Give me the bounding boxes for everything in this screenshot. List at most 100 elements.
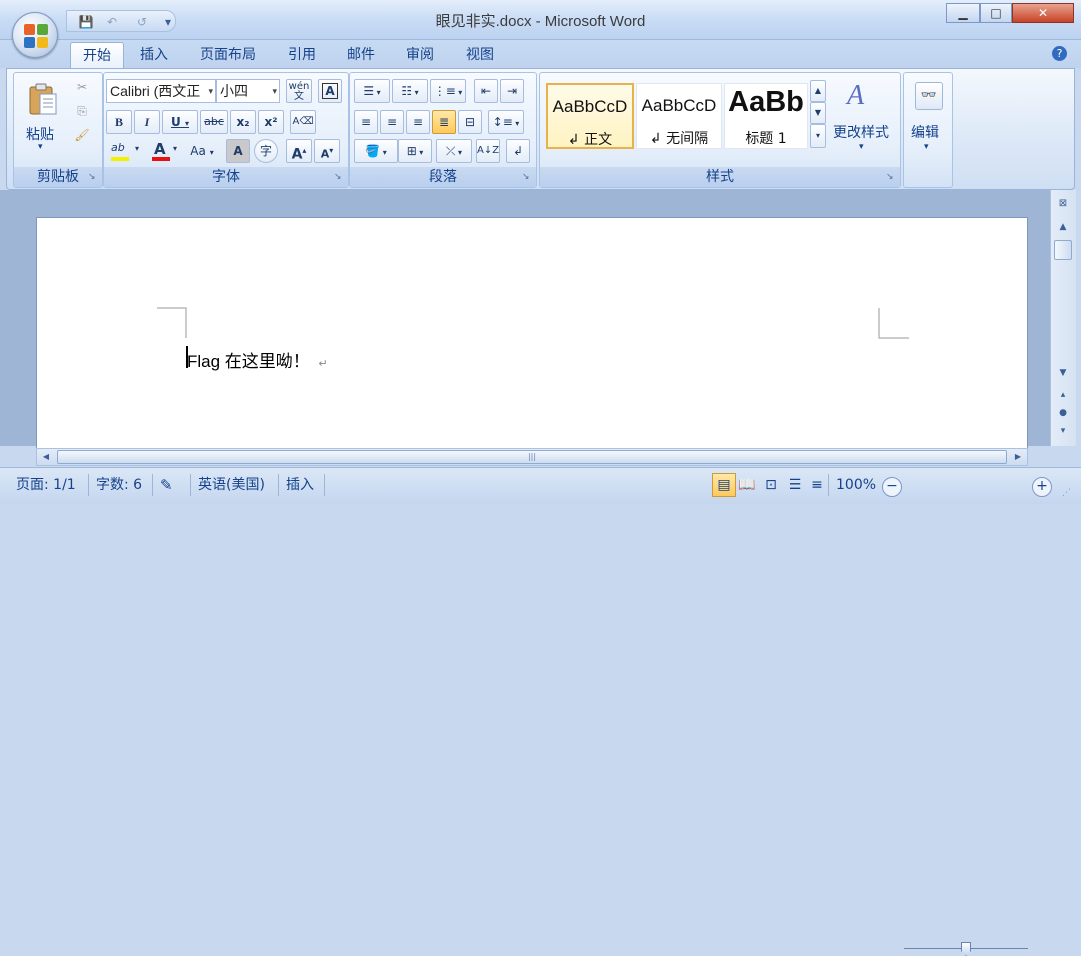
tab-insert[interactable]: 插入 xyxy=(130,42,178,68)
font-color-button[interactable]: A ▾ xyxy=(148,139,182,163)
resize-grip-icon[interactable]: ⋰ xyxy=(1062,482,1071,504)
clipboard-launcher-icon[interactable]: ↘ xyxy=(88,172,99,183)
zoom-in-icon[interactable]: + xyxy=(1032,477,1052,497)
ruler-toggle-icon[interactable]: ⊠ xyxy=(1055,198,1071,214)
align-left-icon[interactable]: ≡ xyxy=(354,110,378,134)
copy-icon[interactable]: ⎘ xyxy=(72,103,92,123)
bold-button[interactable]: B xyxy=(106,110,132,134)
scroll-down-icon[interactable]: ▼ xyxy=(1054,364,1072,382)
office-button[interactable] xyxy=(12,12,58,58)
justify-icon[interactable]: ≣ xyxy=(432,110,456,134)
help-icon[interactable]: ? xyxy=(1052,46,1067,61)
clear-formatting-button[interactable]: A⌫ xyxy=(290,110,316,134)
shrink-font-button[interactable]: A▾ xyxy=(314,139,340,163)
styles-launcher-icon[interactable]: ↘ xyxy=(886,172,897,183)
italic-button[interactable]: I xyxy=(134,110,160,134)
font-name-dropdown-icon[interactable]: ▾ xyxy=(208,80,213,102)
distribute-icon[interactable]: ⊟ xyxy=(458,110,482,134)
scroll-left-icon[interactable]: ◀ xyxy=(37,449,55,465)
font-color-dropdown-icon[interactable]: ▾ xyxy=(173,144,177,153)
scroll-up-icon[interactable]: ▲ xyxy=(1054,218,1072,236)
styles-scroll-up-icon[interactable]: ▲ xyxy=(810,80,826,102)
draft-view-icon[interactable]: ≡ xyxy=(806,474,828,496)
decrease-indent-icon[interactable]: ⇤ xyxy=(474,79,498,103)
strikethrough-button[interactable]: abc xyxy=(200,110,228,134)
vertical-scrollbar[interactable]: ⊠ ▲ ▼ ▴ ● ▾ xyxy=(1050,190,1076,446)
tab-page-layout[interactable]: 页面布局 xyxy=(192,42,264,68)
paragraph-launcher-icon[interactable]: ↘ xyxy=(522,172,533,183)
web-layout-icon[interactable]: ⊡ xyxy=(760,474,782,496)
next-page-icon[interactable]: ▾ xyxy=(1054,422,1072,440)
scroll-right-icon[interactable]: ▶ xyxy=(1009,449,1027,465)
shading-button[interactable]: 🪣 ▾ xyxy=(354,139,398,163)
style-normal[interactable]: AaBbCcD ↲ 正文 xyxy=(546,83,634,149)
tab-view[interactable]: 视图 xyxy=(456,42,504,68)
outline-view-icon[interactable]: ☰ xyxy=(784,474,806,496)
styles-more-icon[interactable]: ▾ xyxy=(810,124,826,148)
close-button[interactable]: ✕ xyxy=(1012,3,1074,23)
align-center-icon[interactable]: ≡ xyxy=(380,110,404,134)
underline-button[interactable]: U ▾ xyxy=(162,110,198,134)
zoom-level[interactable]: 100% xyxy=(836,474,876,496)
proofing-icon[interactable]: ✎ xyxy=(160,474,173,496)
language-indicator[interactable]: 英语(美国) xyxy=(198,474,265,496)
bullets-button[interactable]: ☰ ▾ xyxy=(354,79,390,103)
tab-mailings[interactable]: 邮件 xyxy=(337,42,385,68)
underline-icon: U xyxy=(171,115,181,129)
font-size-combo[interactable]: 小四 ▾ xyxy=(216,79,280,103)
enclose-char-button[interactable]: 字 xyxy=(254,139,278,163)
font-size-dropdown-icon[interactable]: ▾ xyxy=(272,80,277,102)
scroll-thumb[interactable] xyxy=(1054,240,1072,260)
select-browse-object-icon[interactable]: ● xyxy=(1054,404,1072,422)
previous-page-icon[interactable]: ▴ xyxy=(1054,386,1072,404)
line-spacing-button[interactable]: ↕≡ ▾ xyxy=(488,110,524,134)
zoom-out-icon[interactable]: − xyxy=(882,477,902,497)
highlight-dropdown-icon[interactable]: ▾ xyxy=(135,144,139,153)
font-launcher-icon[interactable]: ↘ xyxy=(334,172,345,183)
word-count[interactable]: 字数: 6 xyxy=(96,474,142,496)
align-right-icon[interactable]: ≡ xyxy=(406,110,430,134)
show-marks-icon[interactable]: ↲ xyxy=(506,139,530,163)
highlight-button[interactable]: ab ▾ xyxy=(106,139,146,163)
tab-home[interactable]: 开始 xyxy=(70,42,124,69)
multilevel-list-button[interactable]: ⋮≡ ▾ xyxy=(430,79,466,103)
editing-group: 👓 编辑 ▾ xyxy=(903,72,953,188)
style-no-spacing[interactable]: AaBbCcD ↲ 无间隔 xyxy=(636,83,722,149)
borders-button[interactable]: ⊞ ▾ xyxy=(398,139,432,163)
document-text[interactable]: Flag 在这里呦！ ↵ xyxy=(187,347,328,372)
change-case-button[interactable]: Aa ▾ xyxy=(184,139,220,163)
hscroll-thumb[interactable]: ||| xyxy=(57,450,1007,464)
char-shading-button[interactable]: A xyxy=(226,139,250,163)
paste-button[interactable]: 粘贴 ▾ xyxy=(22,77,62,155)
numbering-button[interactable]: ☷ ▾ xyxy=(392,79,428,103)
subscript-button[interactable]: x₂ xyxy=(230,110,256,134)
print-layout-view-icon[interactable]: ▤ xyxy=(712,473,736,497)
char-border-button[interactable]: A xyxy=(318,79,342,103)
grow-font-button[interactable]: A▴ xyxy=(286,139,312,163)
increase-indent-icon[interactable]: ⇥ xyxy=(500,79,524,103)
phonetic-guide-button[interactable]: wén 文 xyxy=(286,79,312,103)
change-styles-button[interactable]: A 更改样式 ▾ xyxy=(830,77,894,161)
editing-button[interactable]: 👓 编辑 ▾ xyxy=(908,77,946,159)
styles-scroll-down-icon[interactable]: ▼ xyxy=(810,102,826,124)
paragraph-mark: ↵ xyxy=(318,358,328,370)
chinese-layout-button[interactable]: ⤫ ▾ xyxy=(436,139,472,163)
format-painter-icon[interactable]: 🖌 xyxy=(72,127,92,147)
tab-references[interactable]: 引用 xyxy=(278,42,326,68)
document-page[interactable]: Flag 在这里呦！ ↵ xyxy=(36,217,1028,457)
ribbon: 粘贴 ▾ ✂ ⎘ 🖌 剪贴板 ↘ Calibri (西文正 ▾ 小四 ▾ wén… xyxy=(6,68,1075,190)
page-count[interactable]: 页面: 1/1 xyxy=(16,474,76,496)
horizontal-scrollbar[interactable]: ◀ ||| ▶ xyxy=(36,448,1028,466)
zoom-slider-thumb[interactable] xyxy=(961,942,971,956)
insert-mode-indicator[interactable]: 插入 xyxy=(286,474,314,496)
superscript-button[interactable]: x² xyxy=(258,110,284,134)
cut-icon[interactable]: ✂ xyxy=(72,79,92,99)
style-heading-1[interactable]: AaBb 标题 1 xyxy=(724,83,808,149)
tab-review[interactable]: 审阅 xyxy=(396,42,444,68)
minimize-button[interactable]: ▁ xyxy=(946,3,980,23)
font-name-combo[interactable]: Calibri (西文正 ▾ xyxy=(106,79,216,103)
sort-icon[interactable]: A↓Z xyxy=(476,139,500,163)
multilevel-list-icon: ⋮≡ xyxy=(433,84,456,98)
maximize-button[interactable]: □ xyxy=(980,3,1012,23)
full-screen-reading-icon[interactable]: 📖 xyxy=(736,474,758,496)
